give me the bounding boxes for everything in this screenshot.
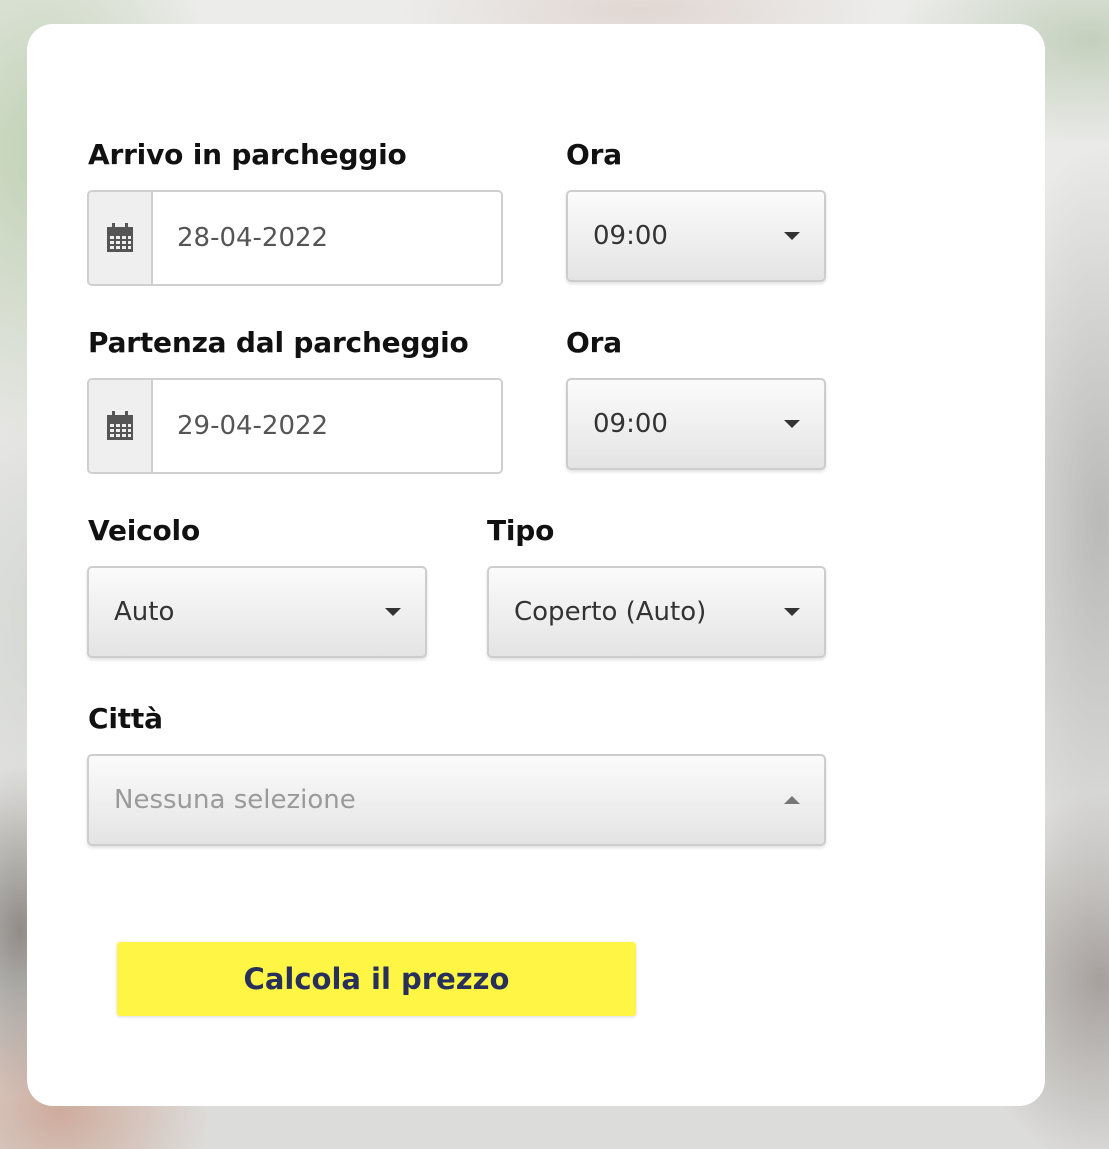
departure-date-input[interactable] [153,380,501,472]
city-select[interactable]: Nessuna selezione [87,754,826,846]
calendar-icon [107,223,133,252]
departure-date-label: Partenza dal parcheggio [88,326,469,359]
departure-time-select[interactable]: 09:00 [566,378,826,470]
arrival-time-value: 09:00 [593,221,668,251]
caret-down-icon [784,420,800,428]
city-placeholder: Nessuna selezione [114,785,356,815]
caret-up-icon [784,796,800,804]
caret-down-icon [784,232,800,240]
arrival-date-label: Arrivo in parcheggio [88,138,407,171]
arrival-time-label: Ora [566,138,622,171]
type-select[interactable]: Coperto (Auto) [487,566,826,658]
calendar-icon [107,411,133,440]
vehicle-value: Auto [114,597,175,627]
type-value: Coperto (Auto) [514,597,707,627]
arrival-time-select[interactable]: 09:00 [566,190,826,282]
arrival-date-input[interactable] [153,192,501,284]
arrival-calendar-button[interactable] [89,192,153,284]
type-label: Tipo [487,514,555,547]
arrival-date-field [87,190,503,286]
calculate-price-button[interactable]: Calcola il prezzo [117,942,636,1016]
departure-time-label: Ora [566,326,622,359]
caret-down-icon [385,608,401,616]
departure-calendar-button[interactable] [89,380,153,472]
vehicle-select[interactable]: Auto [87,566,427,658]
city-label: Città [88,702,163,735]
vehicle-label: Veicolo [88,514,200,547]
departure-date-field [87,378,503,474]
departure-time-value: 09:00 [593,409,668,439]
caret-down-icon [784,608,800,616]
